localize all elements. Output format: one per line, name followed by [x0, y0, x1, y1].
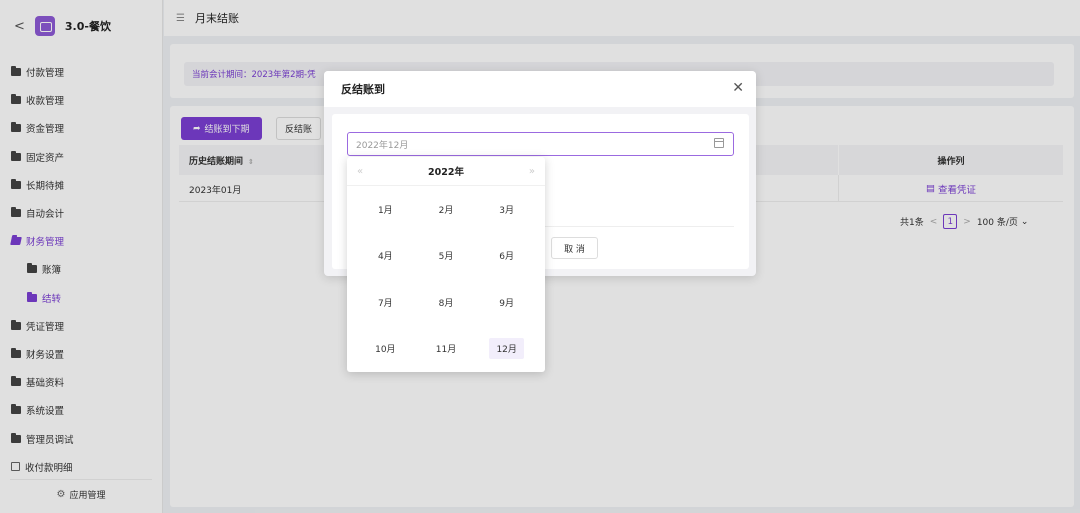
month-grid: 1月 2月 3月 4月 5月 6月 7月 8月 9月 10月 11月 12月: [355, 186, 537, 372]
close-icon[interactable]: ✕: [732, 80, 744, 96]
month-label: 4月: [377, 252, 393, 263]
month-picker-value: 2022年12月: [356, 140, 409, 151]
month-cell[interactable]: 5月: [416, 233, 477, 280]
month-label: 11月: [435, 345, 457, 356]
month-cell[interactable]: 9月: [476, 279, 537, 326]
dialog-header: 反结账到 ✕: [324, 71, 756, 107]
month-label: 2月: [438, 205, 454, 216]
next-year-icon[interactable]: »: [529, 166, 535, 177]
month-label: 6月: [499, 252, 515, 263]
month-label: 10月: [375, 345, 396, 356]
month-cell[interactable]: 11月: [416, 326, 477, 373]
month-cell-selected[interactable]: 12月: [476, 326, 537, 373]
month-label: 1月: [377, 205, 393, 216]
picker-header: « 2022年 »: [347, 157, 545, 186]
month-cell[interactable]: 1月: [355, 186, 416, 233]
month-picker-dropdown: « 2022年 » 1月 2月 3月 4月 5月 6月 7月 8月 9月 10月…: [347, 157, 545, 372]
month-label: 3月: [499, 205, 515, 216]
month-cell[interactable]: 8月: [416, 279, 477, 326]
month-cell[interactable]: 6月: [476, 233, 537, 280]
cancel-button[interactable]: 取 消: [551, 237, 598, 259]
calendar-icon: [714, 138, 724, 148]
month-label: 9月: [499, 298, 515, 309]
month-cell[interactable]: 3月: [476, 186, 537, 233]
dialog-title: 反结账到: [341, 83, 385, 96]
month-label: 12月: [489, 338, 524, 360]
month-picker-input[interactable]: 2022年12月: [347, 132, 734, 156]
month-cell[interactable]: 7月: [355, 279, 416, 326]
picker-year[interactable]: 2022年: [428, 164, 464, 178]
prev-year-icon[interactable]: «: [357, 166, 363, 177]
month-cell[interactable]: 10月: [355, 326, 416, 373]
month-label: 8月: [438, 298, 454, 309]
month-cell[interactable]: 4月: [355, 233, 416, 280]
month-label: 5月: [438, 252, 454, 263]
month-cell[interactable]: 2月: [416, 186, 477, 233]
month-label: 7月: [377, 298, 393, 309]
